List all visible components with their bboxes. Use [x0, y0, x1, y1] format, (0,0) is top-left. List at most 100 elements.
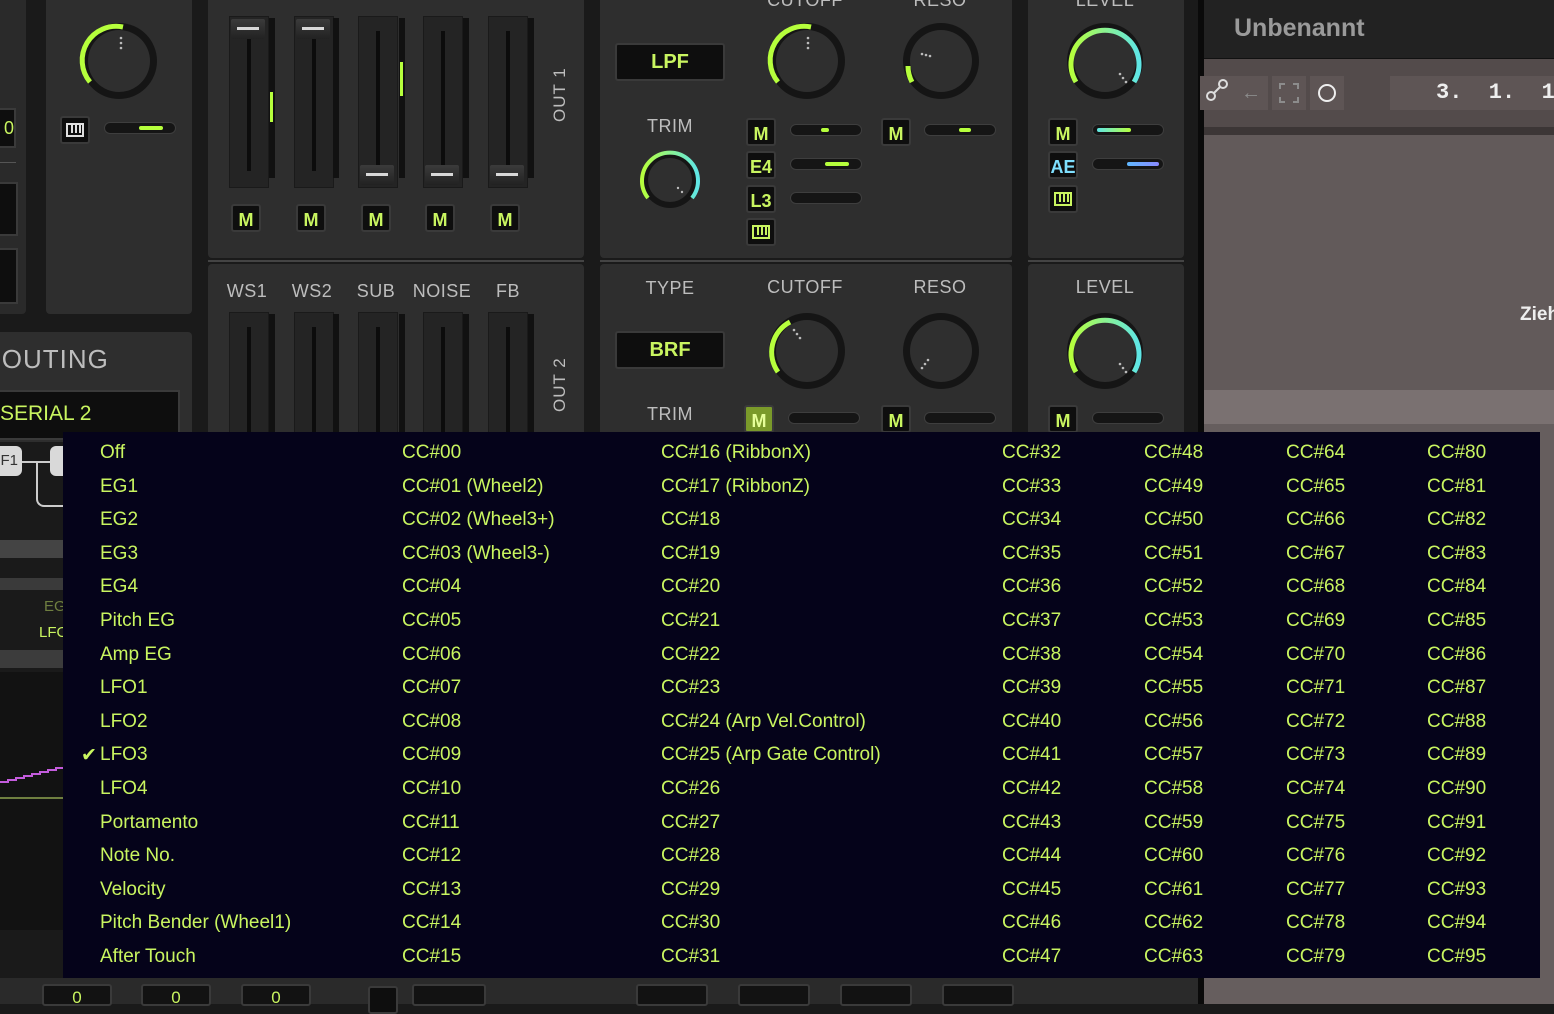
menu-item[interactable]: CC#69 [1286, 610, 1345, 632]
menu-item[interactable]: CC#25 (Arp Gate Control) [661, 744, 881, 766]
filter1-cutoff-mod-e4[interactable]: E4 [746, 151, 776, 179]
menu-item[interactable]: CC#24 (Arp Vel.Control) [661, 711, 866, 733]
menu-item[interactable]: LFO2 [100, 711, 148, 733]
menu-item[interactable]: CC#91 [1427, 812, 1486, 834]
mod-button-noise[interactable]: M [425, 204, 455, 232]
menu-item[interactable]: CC#53 [1144, 610, 1203, 632]
bottom-box-8[interactable] [942, 984, 1014, 1006]
menu-item[interactable]: CC#19 [661, 543, 720, 565]
filter1-keytrack-icon[interactable] [746, 218, 776, 246]
amp1-mod-ae[interactable]: AE [1048, 151, 1078, 179]
keyboard-track-icon[interactable] [60, 116, 90, 144]
menu-item[interactable]: LFO1 [100, 677, 148, 699]
menu-item[interactable]: CC#65 [1286, 476, 1345, 498]
menu-item[interactable]: CC#73 [1286, 744, 1345, 766]
menu-item[interactable]: EG2 [100, 509, 138, 531]
menu-item[interactable]: CC#89 [1427, 744, 1486, 766]
menu-item[interactable]: CC#95 [1427, 946, 1486, 968]
partial-value-box[interactable]: 0 [0, 108, 16, 148]
menu-item[interactable]: CC#71 [1286, 677, 1345, 699]
menu-item[interactable]: CC#62 [1144, 912, 1203, 934]
menu-item[interactable]: CC#18 [661, 509, 720, 531]
filter1-reso-knob[interactable] [898, 18, 984, 104]
menu-item[interactable]: CC#40 [1002, 711, 1061, 733]
menu-item[interactable]: CC#13 [402, 879, 461, 901]
menu-item[interactable]: CC#43 [1002, 812, 1061, 834]
menu-item[interactable]: CC#26 [661, 778, 720, 800]
menu-item[interactable]: CC#07 [402, 677, 461, 699]
filter1-cutoff-mod-m-slider[interactable] [790, 124, 862, 136]
menu-item[interactable]: CC#32 [1002, 442, 1061, 464]
amp1-mod-m[interactable]: M [1048, 118, 1078, 146]
filter1-cutoff-mod-e4-slider[interactable] [790, 158, 862, 170]
menu-item[interactable]: Pitch EG [100, 610, 175, 632]
color-knob[interactable] [76, 18, 162, 104]
menu-item[interactable]: CC#77 [1286, 879, 1345, 901]
mod-button-fb[interactable]: M [490, 204, 520, 232]
menu-item[interactable]: CC#54 [1144, 644, 1203, 666]
amp2-mod-slider[interactable] [1092, 412, 1164, 424]
filter1-reso-mod-slider[interactable] [924, 124, 996, 136]
menu-item[interactable]: CC#30 [661, 912, 720, 934]
menu-item[interactable]: CC#90 [1427, 778, 1486, 800]
filter2-reso-mod-m[interactable]: M [881, 405, 911, 433]
menu-item[interactable]: CC#09 [402, 744, 461, 766]
color-mod-slider[interactable] [104, 122, 176, 134]
filter1-reso-mod-m[interactable]: M [881, 118, 911, 146]
routing-node-f1[interactable]: F1 [0, 446, 22, 476]
menu-item[interactable]: CC#70 [1286, 644, 1345, 666]
menu-item[interactable]: CC#63 [1144, 946, 1203, 968]
menu-item[interactable]: CC#41 [1002, 744, 1061, 766]
filter1-cutoff-knob[interactable] [764, 18, 850, 104]
partial-button-1[interactable] [0, 182, 18, 236]
menu-item[interactable]: CC#22 [661, 644, 720, 666]
menu-item[interactable]: CC#05 [402, 610, 461, 632]
fullscreen-icon[interactable] [1272, 76, 1306, 110]
amp1-keytrack-icon[interactable] [1048, 185, 1078, 213]
menu-item[interactable]: CC#81 [1427, 476, 1486, 498]
menu-item[interactable]: CC#35 [1002, 543, 1061, 565]
fader-sub-out1[interactable] [358, 16, 398, 188]
menu-item[interactable]: CC#88 [1427, 711, 1486, 733]
menu-item[interactable]: CC#15 [402, 946, 461, 968]
menu-item[interactable]: CC#36 [1002, 576, 1061, 598]
mod-button-ws2[interactable]: M [296, 204, 326, 232]
menu-item[interactable]: After Touch [100, 946, 196, 968]
bottom-keyboard-icon[interactable] [368, 986, 398, 1014]
menu-item[interactable]: CC#80 [1427, 442, 1486, 464]
menu-item[interactable]: CC#58 [1144, 778, 1203, 800]
menu-item[interactable]: CC#64 [1286, 442, 1345, 464]
menu-item[interactable]: CC#76 [1286, 845, 1345, 867]
menu-item[interactable]: CC#03 (Wheel3-) [402, 543, 550, 565]
circle-icon[interactable] [1310, 76, 1344, 110]
menu-item[interactable]: CC#59 [1144, 812, 1203, 834]
menu-item[interactable]: CC#68 [1286, 576, 1345, 598]
bottom-value-1[interactable]: 0 [42, 984, 112, 1007]
mod-button-sub[interactable]: M [361, 204, 391, 232]
menu-item[interactable]: CC#39 [1002, 677, 1061, 699]
menu-item[interactable]: CC#31 [661, 946, 720, 968]
menu-item[interactable]: CC#50 [1144, 509, 1203, 531]
menu-item[interactable]: CC#42 [1002, 778, 1061, 800]
menu-item[interactable]: CC#79 [1286, 946, 1345, 968]
bottom-box-4[interactable] [412, 984, 486, 1006]
fader-ws2-out1[interactable] [294, 16, 334, 188]
bottom-value-2[interactable]: 0 [141, 984, 211, 1007]
menu-item[interactable]: CC#55 [1144, 677, 1203, 699]
menu-item[interactable]: CC#47 [1002, 946, 1061, 968]
menu-item[interactable]: CC#48 [1144, 442, 1203, 464]
menu-item[interactable]: CC#28 [661, 845, 720, 867]
menu-item[interactable]: CC#49 [1144, 476, 1203, 498]
menu-item[interactable]: CC#83 [1427, 543, 1486, 565]
mod-button-ws1[interactable]: M [231, 204, 261, 232]
menu-item[interactable]: CC#75 [1286, 812, 1345, 834]
menu-item[interactable]: Velocity [100, 879, 165, 901]
menu-item[interactable]: CC#38 [1002, 644, 1061, 666]
menu-item[interactable]: CC#27 [661, 812, 720, 834]
menu-item[interactable]: CC#51 [1144, 543, 1203, 565]
menu-item[interactable]: CC#34 [1002, 509, 1061, 531]
menu-item[interactable]: EG3 [100, 543, 138, 565]
menu-item[interactable]: CC#17 (RibbonZ) [661, 476, 810, 498]
menu-item[interactable]: CC#11 [402, 812, 460, 834]
menu-item[interactable]: CC#04 [402, 576, 461, 598]
